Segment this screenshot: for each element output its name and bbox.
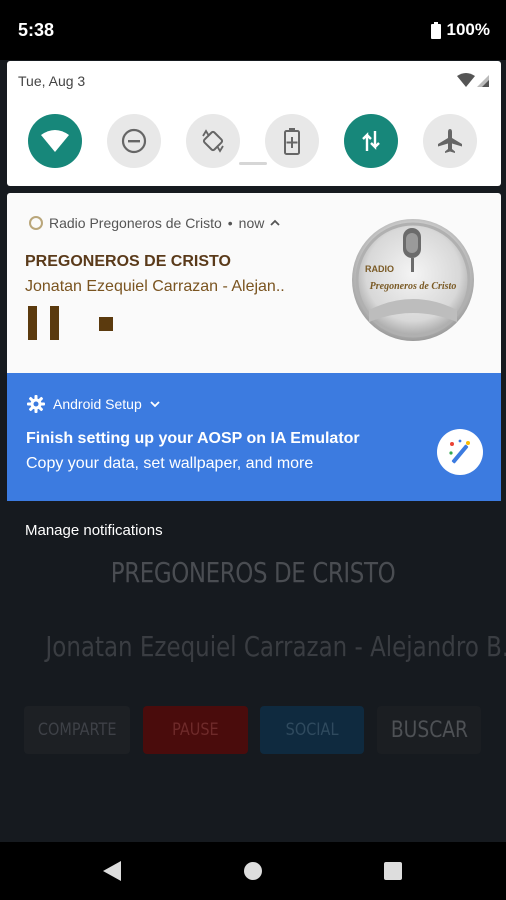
status-bar: 5:38 100% xyxy=(0,0,506,60)
airplane-icon xyxy=(438,129,462,153)
back-icon[interactable] xyxy=(102,860,122,882)
quick-settings-panel: Tue, Aug 3 xyxy=(7,61,501,186)
media-notification-header[interactable]: Radio Pregoneros de Cristo • now xyxy=(29,215,280,231)
radio-app-icon xyxy=(29,216,43,230)
status-right: 100% xyxy=(430,20,490,40)
media-separator: • xyxy=(227,215,233,231)
album-art-label-main: Pregoneros de Cristo xyxy=(370,281,457,292)
wifi-signal-icon xyxy=(457,73,475,87)
album-art-label-top: RADIO xyxy=(365,264,394,274)
setup-notification[interactable]: Android Setup Finish setting up your AOS… xyxy=(7,373,501,501)
do-not-disturb-icon xyxy=(121,128,147,154)
buscar-label: BUSCAR xyxy=(390,717,468,743)
battery-saver-icon xyxy=(284,128,300,155)
social-label: SOCIAL xyxy=(285,720,339,740)
battery-full-icon xyxy=(430,21,441,39)
cell-signal-icon xyxy=(477,75,489,87)
comparte-button[interactable]: COMPARTE xyxy=(24,706,130,754)
wifi-tile[interactable] xyxy=(28,114,82,168)
setup-app-name: Android Setup xyxy=(53,396,142,412)
comparte-label: COMPARTE xyxy=(37,720,117,740)
gear-icon xyxy=(27,395,45,413)
media-title: PREGONEROS DE CRISTO xyxy=(25,253,231,270)
battery-percent: 100% xyxy=(446,20,490,39)
magic-wand-icon xyxy=(437,429,483,475)
media-artist: Jonatan Ezequiel Carrazan - Alejan.. xyxy=(25,278,285,295)
pause-bar-right xyxy=(50,306,59,340)
media-pause-button[interactable] xyxy=(28,306,62,340)
auto-rotate-icon xyxy=(202,129,224,153)
setup-title: Finish setting up your AOSP on IA Emulat… xyxy=(26,430,360,447)
app-station-title: PREGONEROS DE CRISTO xyxy=(110,556,396,589)
data-transfer-icon xyxy=(362,131,380,151)
pause-label: PAUSE xyxy=(172,720,219,740)
recents-icon[interactable] xyxy=(384,862,402,880)
manage-notifications-link[interactable]: Manage notifications xyxy=(25,522,163,539)
battery-saver-tile[interactable] xyxy=(265,114,319,168)
buscar-button[interactable]: BUSCAR xyxy=(377,706,481,754)
auto-rotate-tile[interactable] xyxy=(186,114,240,168)
chevron-down-icon[interactable] xyxy=(150,400,160,408)
status-time: 5:38 xyxy=(18,20,55,40)
pause-bar-left xyxy=(28,306,37,340)
setup-notification-header[interactable]: Android Setup xyxy=(27,395,160,413)
magic-wand-glyph xyxy=(449,439,470,464)
social-button[interactable]: SOCIAL xyxy=(260,706,364,754)
qs-date[interactable]: Tue, Aug 3 xyxy=(18,73,85,89)
album-art: RADIO Pregoneros de Cristo xyxy=(352,219,474,341)
chevron-up-icon[interactable] xyxy=(270,219,280,227)
mobile-data-tile[interactable] xyxy=(344,114,398,168)
wifi-icon xyxy=(41,130,69,152)
media-notification[interactable]: Radio Pregoneros de Cristo • now PREGONE… xyxy=(7,193,501,373)
do-not-disturb-tile[interactable] xyxy=(107,114,161,168)
app-track-artist: Jonatan Ezequiel Carrazan - Alejandro B.… xyxy=(45,630,506,663)
media-time: now xyxy=(238,215,265,231)
media-stop-button[interactable] xyxy=(99,317,113,331)
media-app-name: Radio Pregoneros de Cristo xyxy=(49,215,222,231)
qs-signal-indicators xyxy=(457,73,489,87)
airplane-mode-tile[interactable] xyxy=(423,114,477,168)
navigation-bar xyxy=(0,842,506,900)
qs-drag-handle[interactable] xyxy=(239,162,267,165)
setup-text: Copy your data, set wallpaper, and more xyxy=(26,455,314,472)
home-icon[interactable] xyxy=(243,860,263,882)
pause-button[interactable]: PAUSE xyxy=(143,706,248,754)
